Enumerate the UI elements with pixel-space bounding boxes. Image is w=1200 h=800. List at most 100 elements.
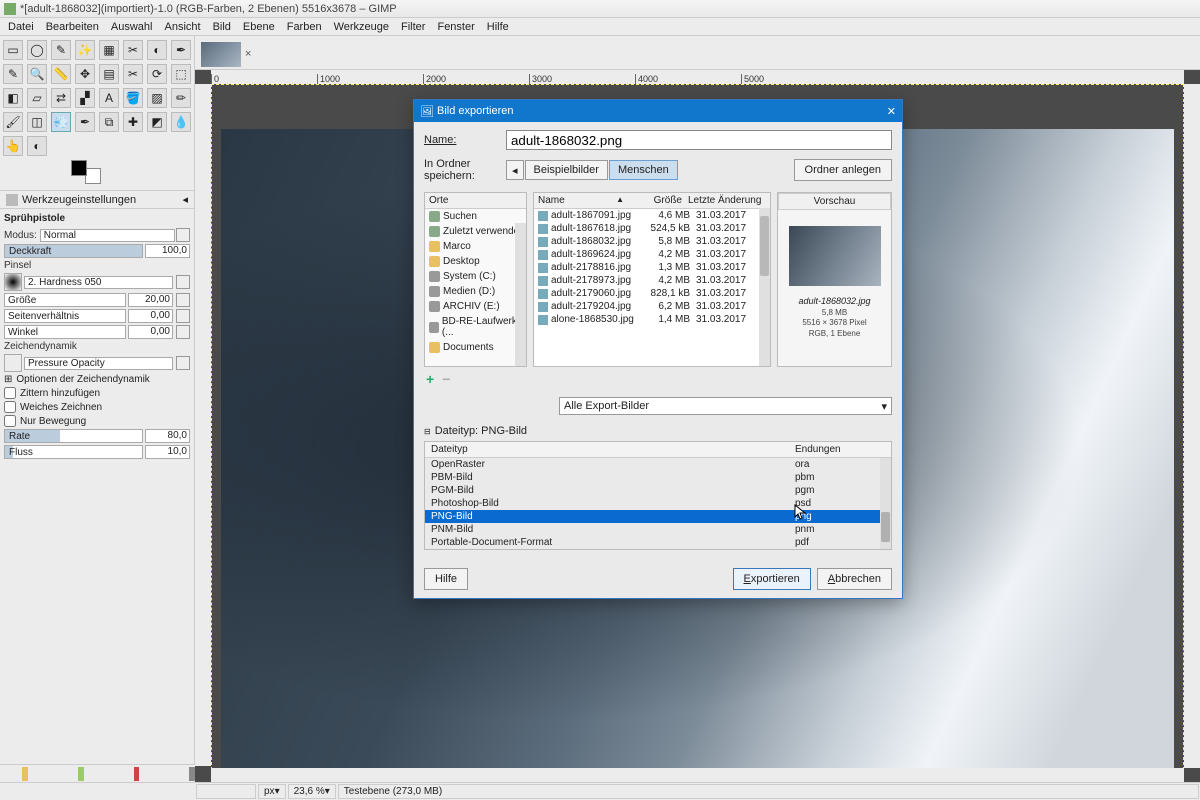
- remove-bookmark-icon[interactable]: −: [442, 371, 450, 387]
- tool-lasso[interactable]: ✎: [51, 40, 71, 60]
- tool-align[interactable]: ▤: [99, 64, 119, 84]
- file-item[interactable]: adult-2178973.jpg4,2 MB31.03.2017: [534, 274, 770, 287]
- scrollbar-horizontal[interactable]: [211, 768, 1184, 782]
- tool-zoom[interactable]: 🔍: [27, 64, 47, 84]
- tool-rect-select[interactable]: ▭: [3, 40, 23, 60]
- filetype-row[interactable]: PBM-Bildpbm: [425, 471, 891, 484]
- crumb-2[interactable]: Menschen: [609, 160, 678, 180]
- tool-color-select[interactable]: ▦: [99, 40, 119, 60]
- menu-fenster[interactable]: Fenster: [431, 20, 480, 34]
- flow-value[interactable]: 10,0: [145, 445, 190, 459]
- filename-input[interactable]: [506, 130, 892, 150]
- filetype-row[interactable]: Photoshop-Bildpsd: [425, 497, 891, 510]
- file-item[interactable]: adult-1868032.jpg5,8 MB31.03.2017: [534, 235, 770, 248]
- tool-ellipse-select[interactable]: ◯: [27, 40, 47, 60]
- dialog-titlebar[interactable]: 🖼 Bild exportieren ✕: [414, 100, 902, 122]
- filetype-scrollbar[interactable]: [880, 458, 891, 549]
- brush-preview[interactable]: [4, 273, 22, 291]
- tool-fuzzy-select[interactable]: ✨: [75, 40, 95, 60]
- filetype-expander[interactable]: ⊟ Dateityp: PNG-Bild: [424, 425, 892, 437]
- tool-eraser[interactable]: ◫: [27, 112, 47, 132]
- filetype-row[interactable]: Portable-Document-Formatpdf: [425, 536, 891, 549]
- add-bookmark-icon[interactable]: +: [426, 371, 434, 387]
- tool-rotate[interactable]: ⟳: [147, 64, 167, 84]
- place-item[interactable]: Documents: [425, 340, 526, 355]
- dynamics-edit-icon[interactable]: [176, 356, 190, 370]
- rate-slider[interactable]: Rate: [4, 429, 143, 443]
- file-item[interactable]: adult-2178816.jpg1,3 MB31.03.2017: [534, 261, 770, 274]
- mode-select[interactable]: Normal: [40, 229, 175, 242]
- place-item[interactable]: Zuletzt verwendet: [425, 224, 526, 239]
- tool-perspective[interactable]: ▱: [27, 88, 47, 108]
- ft-col-ext[interactable]: Endungen: [795, 444, 885, 455]
- tool-clone[interactable]: ⧉: [99, 112, 119, 132]
- dynamics-select[interactable]: Pressure Opacity: [24, 357, 173, 370]
- tool-dodge[interactable]: ◐: [27, 136, 47, 156]
- size-reset-icon[interactable]: [176, 293, 190, 307]
- place-item[interactable]: Suchen: [425, 209, 526, 224]
- tool-brush[interactable]: 🖌: [3, 112, 23, 132]
- places-scrollbar[interactable]: [515, 223, 526, 366]
- scrollbar-vertical[interactable]: [1184, 84, 1200, 768]
- tool-smudge[interactable]: 👆: [3, 136, 23, 156]
- col-size[interactable]: Größe: [624, 195, 682, 206]
- place-item[interactable]: Medien (D:): [425, 284, 526, 299]
- aspect-value[interactable]: 0,00: [128, 309, 173, 323]
- file-item[interactable]: adult-1867091.jpg4,6 MB31.03.2017: [534, 209, 770, 222]
- menu-datei[interactable]: Datei: [2, 20, 40, 34]
- filetype-row[interactable]: PNM-Bildpnm: [425, 523, 891, 536]
- tool-shear[interactable]: ◧: [3, 88, 23, 108]
- dynamics-icon[interactable]: [4, 354, 22, 372]
- menu-filter[interactable]: Filter: [395, 20, 431, 34]
- opacity-value[interactable]: 100,0: [145, 244, 190, 258]
- aspect-reset-icon[interactable]: [176, 309, 190, 323]
- place-item[interactable]: BD-RE-Laufwerk (...: [425, 314, 526, 340]
- menu-ebene[interactable]: Ebene: [237, 20, 281, 34]
- image-tab-close-icon[interactable]: ×: [245, 48, 251, 60]
- rate-value[interactable]: 80,0: [145, 429, 190, 443]
- place-item[interactable]: ARCHIV (E:): [425, 299, 526, 314]
- dock-icon-2[interactable]: [78, 767, 84, 781]
- jitter-check[interactable]: [4, 387, 16, 399]
- filetype-row[interactable]: PGM-Bildpgm: [425, 484, 891, 497]
- export-button[interactable]: Exportieren: [733, 568, 811, 590]
- tool-gradient[interactable]: ▨: [147, 88, 167, 108]
- col-date[interactable]: Letzte Änderung: [682, 195, 766, 206]
- tool-blur[interactable]: 💧: [171, 112, 191, 132]
- menu-ansicht[interactable]: Ansicht: [158, 20, 206, 34]
- expand-icon[interactable]: ⊞: [4, 374, 12, 385]
- dock-icon-1[interactable]: [22, 767, 28, 781]
- file-item[interactable]: adult-2179204.jpg6,2 MB31.03.2017: [534, 300, 770, 313]
- file-item[interactable]: adult-1867618.jpg524,5 kB31.03.2017: [534, 222, 770, 235]
- tool-picker[interactable]: ✎: [3, 64, 23, 84]
- tool-perspective-clone[interactable]: ◩: [147, 112, 167, 132]
- file-item[interactable]: alone-1868530.jpg1,4 MB31.03.2017: [534, 313, 770, 326]
- menu-hilfe[interactable]: Hilfe: [481, 20, 515, 34]
- tool-paths[interactable]: ✒: [171, 40, 191, 60]
- brush-edit-icon[interactable]: [176, 275, 190, 289]
- tool-cage[interactable]: ▞: [75, 88, 95, 108]
- file-item[interactable]: adult-1869624.jpg4,2 MB31.03.2017: [534, 248, 770, 261]
- tool-move[interactable]: ✥: [75, 64, 95, 84]
- menu-werkzeuge[interactable]: Werkzeuge: [328, 20, 395, 34]
- ft-col-type[interactable]: Dateityp: [431, 444, 795, 455]
- menu-farben[interactable]: Farben: [281, 20, 328, 34]
- tool-pencil[interactable]: ✏: [171, 88, 191, 108]
- angle-slider[interactable]: Winkel: [4, 325, 126, 339]
- opacity-slider[interactable]: Deckkraft: [4, 244, 143, 258]
- angle-reset-icon[interactable]: [176, 325, 190, 339]
- image-tab-thumb[interactable]: [201, 42, 241, 67]
- bg-color[interactable]: [85, 168, 101, 184]
- fg-color[interactable]: [71, 160, 87, 176]
- flow-slider[interactable]: Fluss: [4, 445, 143, 459]
- tool-crop[interactable]: ✂: [123, 64, 143, 84]
- color-swatches[interactable]: [71, 160, 101, 184]
- tool-ink[interactable]: ✒: [75, 112, 95, 132]
- tool-scissors[interactable]: ✂: [123, 40, 143, 60]
- filter-select[interactable]: Alle Export-Bilder ▾: [559, 397, 892, 415]
- dock-icon-4[interactable]: [189, 767, 195, 781]
- size-value[interactable]: 20,00: [128, 293, 173, 307]
- cancel-button[interactable]: Abbrechen: [817, 568, 892, 590]
- motion-check[interactable]: [4, 415, 16, 427]
- tool-scale[interactable]: ⬚: [171, 64, 191, 84]
